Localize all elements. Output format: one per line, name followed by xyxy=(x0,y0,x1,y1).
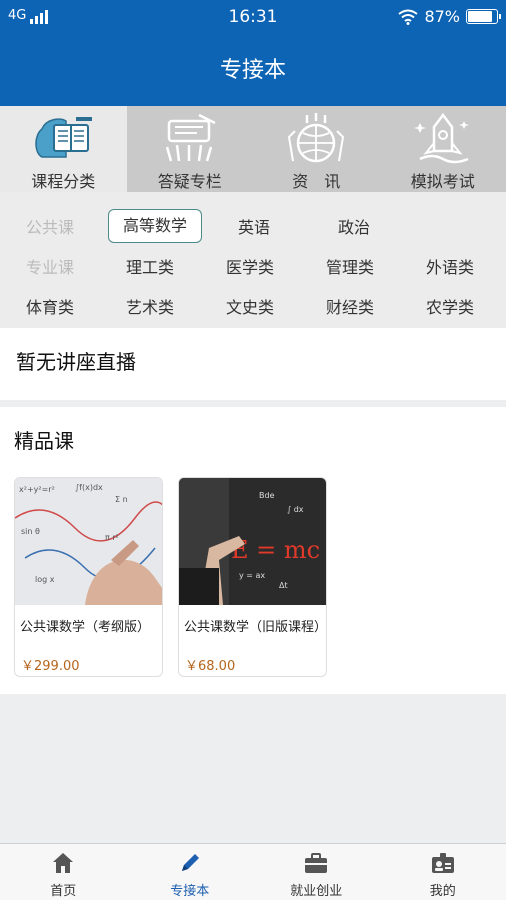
svg-text:sin θ: sin θ xyxy=(21,527,40,536)
course-card[interactable]: x²+y²=r² ∫f(x)dx Σ n sin θ π r² log x 公共课数学（… xyxy=(14,477,163,677)
news-icon xyxy=(284,112,348,166)
public-course-row: 公共课 高等数学 英语 政治 xyxy=(0,206,506,246)
tab-label: 资 讯 xyxy=(292,172,341,191)
subcategory-agriculture[interactable]: 农学类 xyxy=(400,294,500,318)
subcategory-science-engineering[interactable]: 理工类 xyxy=(100,254,200,278)
subcategory-arts[interactable]: 艺术类 xyxy=(100,294,200,318)
svg-text:Bde: Bde xyxy=(259,491,275,500)
tab-news[interactable]: 资 讯 xyxy=(253,106,380,192)
tab-mock-exam[interactable]: 模拟考试 xyxy=(380,106,506,192)
subcategory-politics[interactable]: 政治 xyxy=(304,214,404,238)
battery-fill xyxy=(468,11,493,22)
subcategory-panel: 公共课 高等数学 英语 政治 专业课 理工类 医学类 管理类 外语类 体育类 艺… xyxy=(0,192,506,328)
public-course-label: 公共课 xyxy=(25,218,74,237)
subcategory-advanced-math[interactable]: 高等数学 xyxy=(108,209,202,243)
tab-label: 首页 xyxy=(50,884,77,899)
tab-label: 模拟考试 xyxy=(410,172,475,191)
status-bar: 4G 16:31 87% xyxy=(0,0,506,36)
svg-text:Σ n: Σ n xyxy=(115,495,128,504)
qa-column-icon xyxy=(158,112,222,166)
bottom-tab-bar: 首页 专接本 就业创业 我的 xyxy=(0,843,506,900)
featured-title: 精品课 xyxy=(14,429,74,453)
featured-section: 精品课 x²+y²=r² ∫f(x)dx Σ n sin θ π r² log x 公共… xyxy=(0,407,506,694)
top-category-bar: 课程分类 答疑专栏 资 讯 模拟考试 xyxy=(0,106,506,192)
course-category-icon xyxy=(31,112,95,166)
tab-label: 答疑专栏 xyxy=(157,172,222,191)
tab-label: 课程分类 xyxy=(31,172,96,191)
battery-icon xyxy=(466,9,501,24)
course-card[interactable]: Bde ∫ dx y = ax Δt E = mc 公共课数学（旧版课程） ￥68.0… xyxy=(178,477,327,677)
tab-mine[interactable]: 我的 xyxy=(380,844,506,900)
svg-text:∫ dx: ∫ dx xyxy=(287,505,304,514)
major-course-row-2: 体育类 艺术类 文史类 财经类 农学类 xyxy=(0,286,506,326)
course-title: 公共课数学（旧版课程） xyxy=(184,620,327,635)
course-thumbnail: Bde ∫ dx y = ax Δt E = mc xyxy=(179,478,326,605)
profile-card-icon xyxy=(430,850,456,876)
subcategory-literature-history[interactable]: 文史类 xyxy=(200,294,300,318)
course-title: 公共课数学（考纲版） xyxy=(20,620,151,635)
tab-label: 我的 xyxy=(429,884,456,899)
major-course-row: 专业课 理工类 医学类 管理类 外语类 xyxy=(0,246,506,286)
page-title: 专接本 xyxy=(219,58,286,83)
nav-bar: 专接本 xyxy=(0,36,506,106)
course-thumbnail: x²+y²=r² ∫f(x)dx Σ n sin θ π r² log x xyxy=(15,478,162,605)
status-right: 87% xyxy=(398,7,501,26)
svg-text:E = mc: E = mc xyxy=(231,536,320,564)
tab-employment[interactable]: 就业创业 xyxy=(253,844,380,900)
tab-home[interactable]: 首页 xyxy=(0,844,127,900)
tab-label: 就业创业 xyxy=(290,884,343,899)
course-price: ￥68.00 xyxy=(185,659,236,674)
subcategory-finance[interactable]: 财经类 xyxy=(300,294,400,318)
subcategory-management[interactable]: 管理类 xyxy=(300,254,400,278)
svg-text:x²+y²=r²: x²+y²=r² xyxy=(19,485,55,494)
live-section: 暂无讲座直播 xyxy=(0,328,506,400)
briefcase-icon xyxy=(303,850,329,876)
mock-exam-icon xyxy=(411,112,475,166)
course-price: ￥299.00 xyxy=(21,659,80,674)
subcategory-english[interactable]: 英语 xyxy=(204,214,304,238)
wifi-icon xyxy=(398,9,419,25)
pen-icon xyxy=(177,850,203,876)
svg-text:y = ax: y = ax xyxy=(239,571,265,580)
battery-percent: 87% xyxy=(424,7,460,26)
tab-zhuanjieben[interactable]: 专接本 xyxy=(127,844,254,900)
live-empty-text: 暂无讲座直播 xyxy=(16,350,136,374)
svg-text:Δt: Δt xyxy=(279,581,288,590)
tab-course-category[interactable]: 课程分类 xyxy=(0,106,127,192)
major-course-label: 专业课 xyxy=(25,258,74,277)
subcategory-medicine[interactable]: 医学类 xyxy=(200,254,300,278)
svg-text:∫f(x)dx: ∫f(x)dx xyxy=(75,483,103,492)
svg-text:log x: log x xyxy=(35,575,55,584)
tab-qa-column[interactable]: 答疑专栏 xyxy=(127,106,254,192)
tab-label: 专接本 xyxy=(170,884,210,899)
home-icon xyxy=(50,850,76,876)
subcategory-foreign-language[interactable]: 外语类 xyxy=(400,254,500,278)
subcategory-sports[interactable]: 体育类 xyxy=(0,294,100,318)
svg-text:π r²: π r² xyxy=(105,533,119,542)
